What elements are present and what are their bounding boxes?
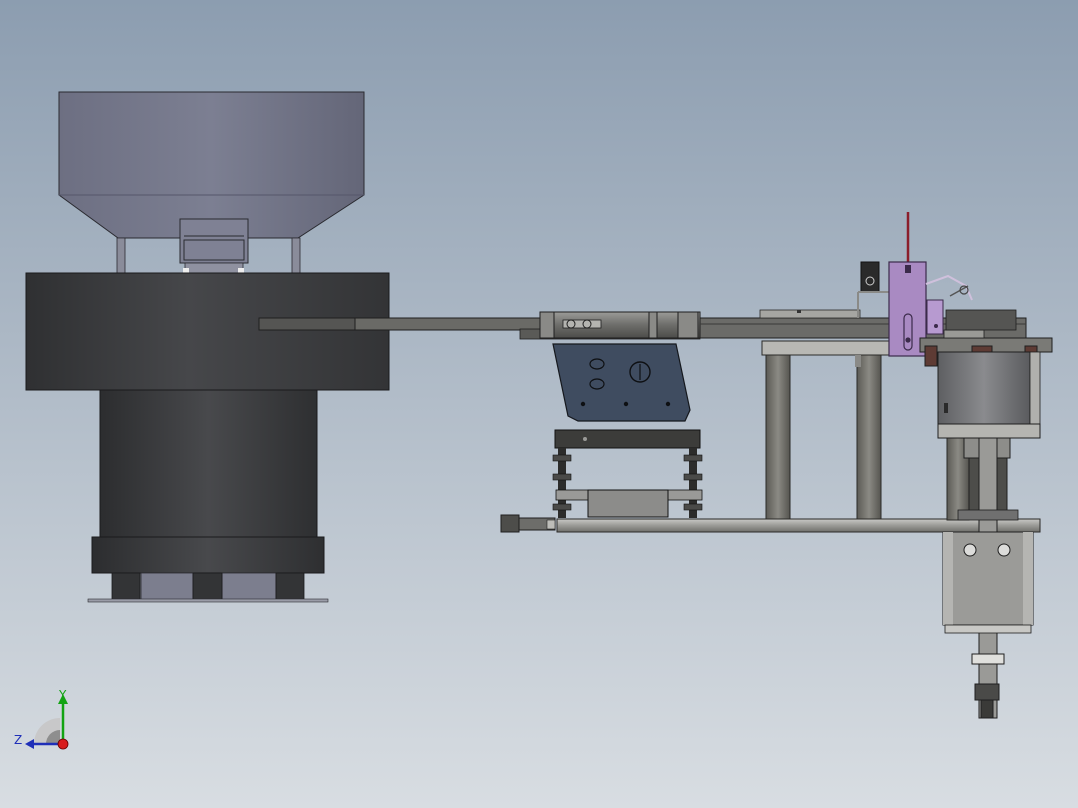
feeder-bowl [25, 272, 390, 391]
lift-cylinder [942, 531, 1034, 626]
y-axis-label: Y [58, 688, 67, 702]
hopper [58, 91, 365, 239]
model-canvas[interactable]: Y Z [0, 0, 1078, 808]
index-drum [937, 351, 1031, 425]
base-ring [91, 536, 325, 574]
drive-base [99, 389, 318, 538]
base-plate [87, 598, 329, 603]
x-axis-point [57, 738, 69, 750]
vibrator-bracket [552, 343, 691, 422]
cad-viewport[interactable]: Y Z [0, 0, 1078, 808]
hopper-chute [179, 218, 249, 264]
z-axis-label: Z [14, 733, 22, 747]
